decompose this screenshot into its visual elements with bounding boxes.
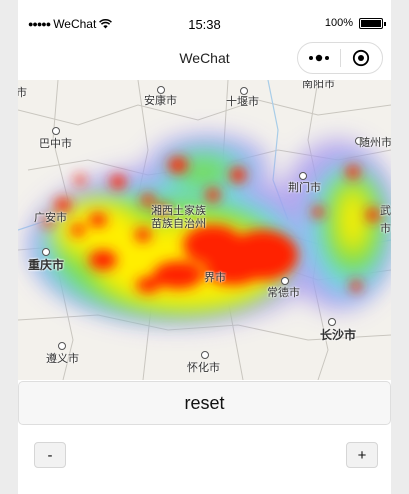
zoom-out-button[interactable]: - (34, 442, 66, 468)
phone-screen: ●●●●● WeChat 15:38 100% WeChat 安康市 十堰市 南… (18, 0, 391, 494)
city-marker (52, 127, 60, 135)
city-label-bazhong: 巴中市 (39, 138, 72, 150)
city-label-changde: 常德市 (267, 287, 300, 299)
region-label-tujia2: 苗族自治州 (151, 218, 206, 230)
city-label-chongqing: 重庆市 (28, 258, 65, 272)
city-marker (201, 351, 209, 359)
city-label-nanyang: 南阳市 (302, 80, 335, 90)
close-circle-icon (353, 49, 370, 67)
city-marker (42, 248, 50, 256)
battery-icon (359, 17, 386, 29)
city-label-ankang: 安康市 (144, 95, 177, 107)
zoom-in-button[interactable]: + (346, 442, 378, 468)
city-label-wu-right: 武 (380, 205, 391, 217)
close-button[interactable] (341, 43, 382, 73)
city-label-huaihua: 怀化市 (187, 362, 220, 374)
city-marker (328, 318, 336, 326)
mini-program-capsule (297, 42, 383, 74)
battery-percent: 100% (324, 17, 353, 29)
status-battery: 100% (324, 17, 386, 29)
city-label-shi-right: 市 (380, 223, 391, 235)
city-label-zhangjiajie: 界市 (204, 272, 226, 284)
city-label-suizhou: 随州市 (359, 137, 391, 149)
city-marker (58, 342, 66, 350)
more-dots-icon (309, 54, 329, 62)
status-bar: ●●●●● WeChat 15:38 100% (18, 0, 391, 44)
city-label-shiyan: 十堰市 (226, 96, 259, 108)
heatmap-map[interactable]: 安康市 十堰市 南阳市 市 巴中市 随州市 荆门市 广安市 湘西土家族 苗族自治… (18, 80, 391, 380)
city-label-changsha: 长沙市 (320, 328, 357, 342)
city-label-zunyi: 遵义市 (46, 353, 79, 365)
more-button[interactable] (298, 43, 340, 73)
reset-button[interactable]: reset (18, 381, 391, 425)
city-label-jingmen: 荆门市 (288, 182, 321, 194)
nav-bar: WeChat (18, 42, 391, 80)
city-label-guangan: 广安市 (34, 212, 67, 224)
city-label-shi-left: 市 (18, 87, 27, 99)
